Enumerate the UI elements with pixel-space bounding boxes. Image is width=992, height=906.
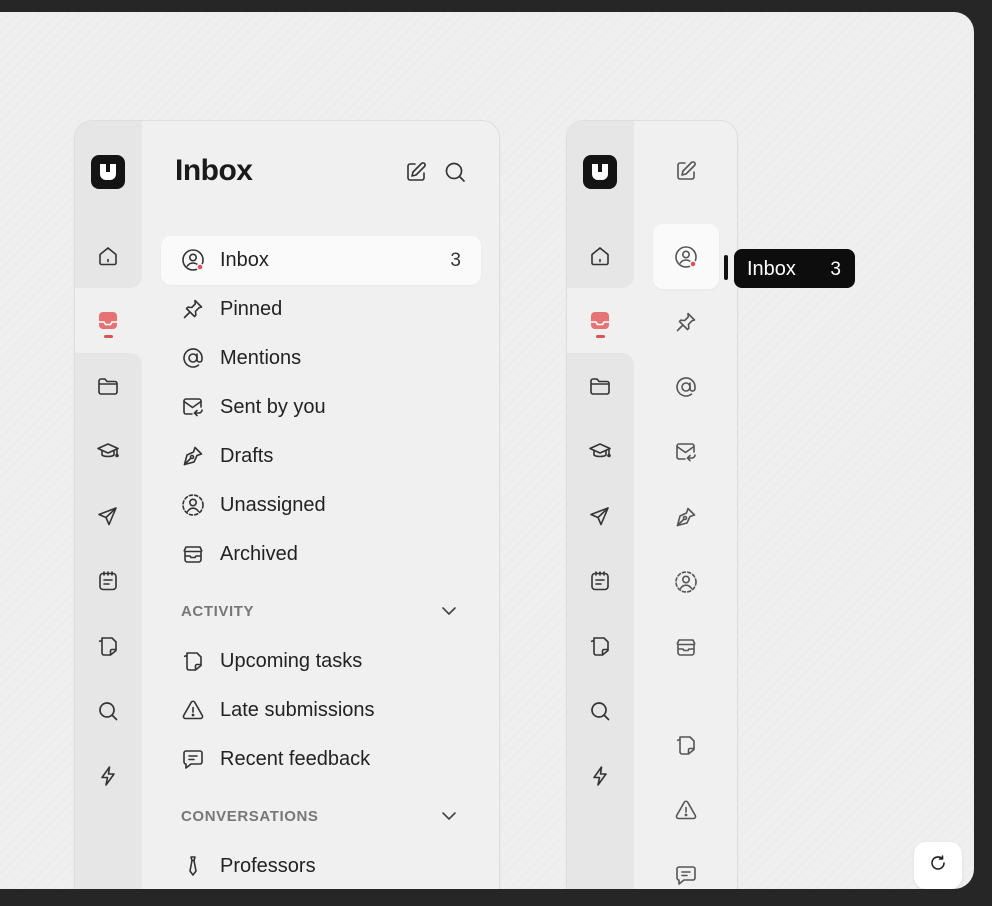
pin-icon xyxy=(181,297,205,321)
sticky-notes-icon[interactable] xyxy=(674,733,698,757)
graduation-cap-icon[interactable] xyxy=(588,439,612,463)
nav-item-upcoming-tasks[interactable]: Upcoming tasks xyxy=(161,637,481,686)
pen-nib-icon xyxy=(181,444,205,468)
dashed-user-icon[interactable] xyxy=(674,570,698,594)
compose-icon[interactable] xyxy=(674,159,698,183)
home-icon[interactable] xyxy=(588,244,612,268)
section-activity-title: ACTIVITY xyxy=(181,603,255,620)
notepad-icon[interactable] xyxy=(96,569,120,593)
chevron-down-icon[interactable] xyxy=(440,807,458,825)
user-circle-icon xyxy=(181,248,205,272)
icon-rail xyxy=(567,121,634,889)
collapsed-sidebar xyxy=(566,120,738,889)
archive-icon[interactable] xyxy=(674,635,698,659)
active-indicator xyxy=(104,335,113,338)
message-icon[interactable] xyxy=(674,863,698,887)
unread-count: 3 xyxy=(450,250,461,271)
search-button[interactable] xyxy=(442,159,468,185)
nav-item-professors[interactable]: Professors xyxy=(161,842,481,889)
home-icon[interactable] xyxy=(96,244,120,268)
pin-icon[interactable] xyxy=(674,310,698,334)
inbox-tray-icon[interactable] xyxy=(96,309,120,333)
app-logo[interactable] xyxy=(583,155,617,189)
sticky-notes-icon[interactable] xyxy=(588,634,612,658)
refresh-button[interactable] xyxy=(914,842,962,889)
page-title: Inbox xyxy=(175,154,253,187)
icon-rail xyxy=(75,121,142,889)
nav-item-late-submissions[interactable]: Late submissions xyxy=(161,686,481,735)
chevron-down-icon[interactable] xyxy=(440,602,458,620)
send-icon[interactable] xyxy=(588,504,612,528)
search-icon[interactable] xyxy=(96,699,120,723)
canvas: Inbox Inbox 3 Pinned Mentions Sent by yo… xyxy=(0,12,974,889)
at-icon[interactable] xyxy=(674,375,698,399)
folder-icon[interactable] xyxy=(588,374,612,398)
notepad-icon[interactable] xyxy=(588,569,612,593)
warning-icon xyxy=(181,698,205,722)
nav-item-recent-feedback[interactable]: Recent feedback xyxy=(161,735,481,784)
tie-icon xyxy=(181,854,205,878)
pen-nib-icon[interactable] xyxy=(674,505,698,529)
user-circle-icon[interactable] xyxy=(674,245,698,269)
collapsed-nav-column xyxy=(634,121,737,889)
lightning-icon[interactable] xyxy=(96,764,120,788)
tooltip-cursor xyxy=(724,255,728,280)
warning-icon[interactable] xyxy=(674,798,698,822)
folder-icon[interactable] xyxy=(96,374,120,398)
refresh-icon xyxy=(929,854,947,877)
active-indicator xyxy=(596,335,605,338)
send-icon[interactable] xyxy=(96,504,120,528)
section-conversations-title: CONVERSATIONS xyxy=(181,808,319,825)
nav-item-inbox[interactable]: Inbox 3 xyxy=(161,236,481,285)
compose-icon[interactable] xyxy=(403,159,429,185)
nav-item-sent-by-you[interactable]: Sent by you xyxy=(161,383,481,432)
graduation-cap-icon[interactable] xyxy=(96,439,120,463)
archive-icon xyxy=(181,542,205,566)
nav-item-pinned[interactable]: Pinned xyxy=(161,285,481,334)
app-logo[interactable] xyxy=(91,155,125,189)
search-icon[interactable] xyxy=(588,699,612,723)
nav-item-mentions[interactable]: Mentions xyxy=(161,334,481,383)
mail-sent-icon[interactable] xyxy=(674,440,698,464)
nav-item-drafts[interactable]: Drafts xyxy=(161,432,481,481)
lightning-icon[interactable] xyxy=(588,764,612,788)
inbox-tooltip: Inbox 3 xyxy=(734,249,855,288)
nav-item-archived[interactable]: Archived xyxy=(161,530,481,579)
inbox-tray-icon[interactable] xyxy=(588,309,612,333)
message-icon xyxy=(181,747,205,771)
sticky-notes-icon xyxy=(181,649,205,673)
mail-sent-icon xyxy=(181,395,205,419)
sticky-notes-icon[interactable] xyxy=(96,634,120,658)
nav-item-unassigned[interactable]: Unassigned xyxy=(161,481,481,530)
expanded-sidebar: Inbox Inbox 3 Pinned Mentions Sent by yo… xyxy=(74,120,500,889)
at-icon xyxy=(181,346,205,370)
dashed-user-icon xyxy=(181,493,205,517)
